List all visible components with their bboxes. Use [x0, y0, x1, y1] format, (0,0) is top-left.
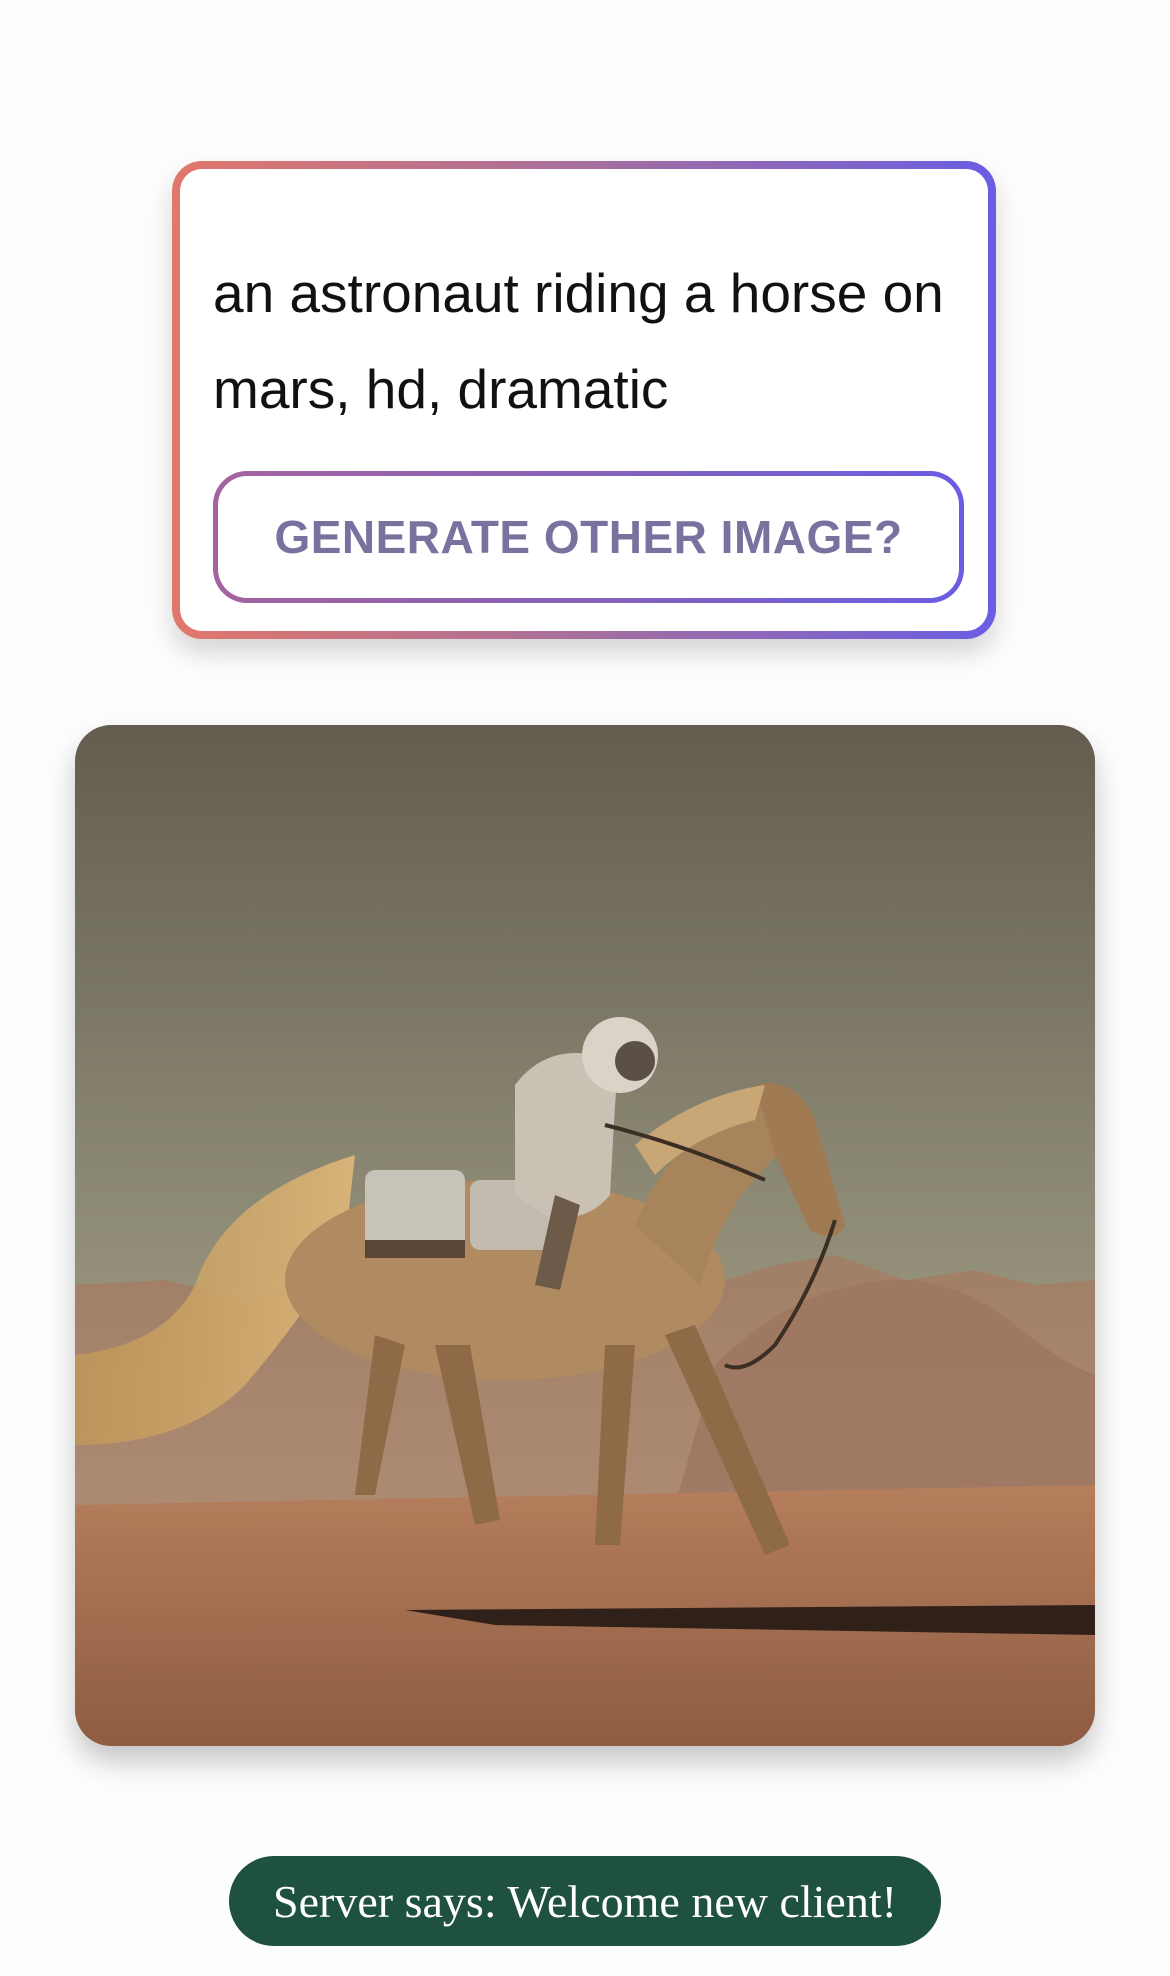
- prompt-text[interactable]: an astronaut riding a horse on mars, hd,…: [213, 245, 953, 437]
- generate-other-image-button[interactable]: GENERATE OTHER IMAGE?: [213, 471, 964, 603]
- prompt-card: an astronaut riding a horse on mars, hd,…: [172, 161, 996, 639]
- astronaut-horse-mars-illustration: [75, 725, 1095, 1746]
- generated-image: [75, 725, 1095, 1746]
- server-message-badge: Server says: Welcome new client!: [229, 1856, 941, 1946]
